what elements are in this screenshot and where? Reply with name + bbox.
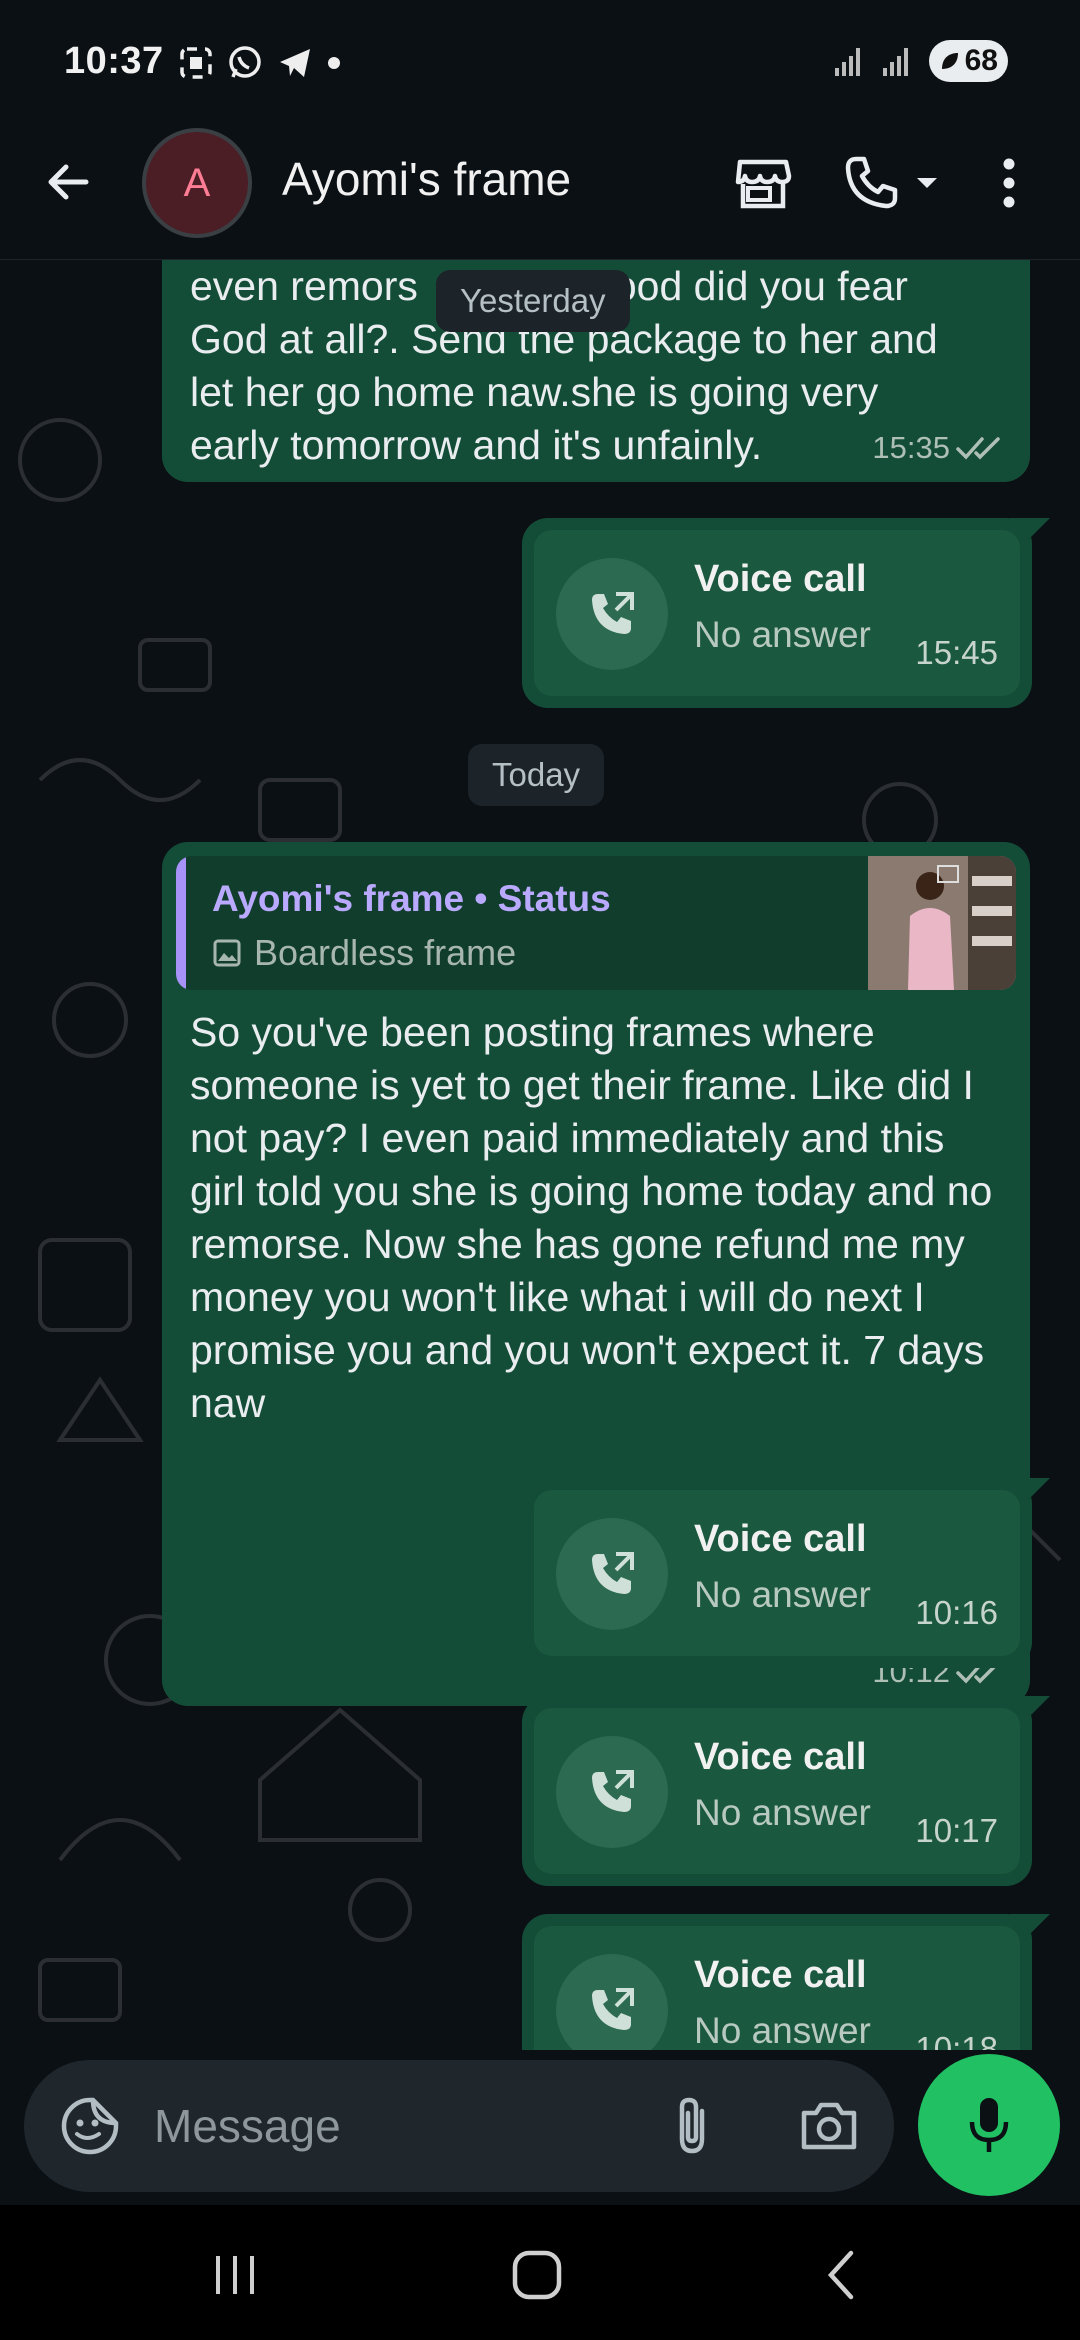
home-icon: [512, 2250, 562, 2300]
message-text: So you've been posting frames where some…: [190, 1009, 993, 1426]
signal-2-icon: [882, 48, 908, 76]
voice-call-message[interactable]: Voice call No answer 15:45: [522, 518, 1050, 708]
sticker-button[interactable]: [56, 2092, 124, 2160]
battery-indicator: 68: [928, 40, 1008, 82]
call-card: Voice call No answer 10:18: [534, 1926, 1020, 2050]
signal-icon: [834, 48, 860, 76]
battery-level: 68: [964, 44, 998, 77]
call-status: No answer: [694, 614, 871, 655]
message-time: 15:35: [872, 430, 950, 465]
message-line: even remors: [190, 263, 418, 309]
quote-author: Ayomi's frame • Status: [212, 878, 611, 919]
message-line: ood did you fear: [613, 263, 908, 309]
message-input[interactable]: [154, 2096, 654, 2156]
status-time: 10:37: [64, 40, 164, 82]
whatsapp-icon: [229, 46, 261, 78]
storefront-icon: [735, 159, 792, 209]
date-separator: Yesterday: [436, 270, 630, 332]
read-ticks-icon: [956, 437, 1000, 460]
call-title: Voice call: [694, 1518, 867, 1560]
microphone-icon: [969, 2098, 1009, 2152]
status-right: 68: [833, 40, 1008, 82]
chat-header: A Ayomi's frame: [0, 100, 1080, 260]
voice-record-button[interactable]: [918, 2054, 1060, 2196]
system-back-button[interactable]: [796, 2235, 886, 2315]
message-meta: 15:35: [872, 430, 1004, 466]
call-title: Voice call: [694, 558, 867, 600]
call-icon-circle: [556, 1518, 668, 1630]
home-button[interactable]: [492, 2235, 582, 2315]
back-button[interactable]: [36, 150, 100, 214]
camera-button[interactable]: [794, 2094, 864, 2158]
chevron-left-icon: [827, 2250, 854, 2300]
quote-caption: Boardless frame: [212, 932, 516, 974]
voice-call-message[interactable]: Voice call No answer 10:17: [522, 1696, 1050, 1886]
catalog-button[interactable]: [728, 148, 798, 218]
quote-bar: [176, 856, 186, 990]
avatar[interactable]: A: [142, 128, 252, 238]
menu-button[interactable]: [984, 148, 1034, 218]
image-icon: [213, 939, 241, 967]
system-nav-bar: [0, 2205, 1080, 2340]
telegram-icon: [280, 49, 310, 77]
call-status: No answer: [694, 1574, 871, 1615]
screenshot-icon: [180, 47, 212, 79]
call-status: No answer: [694, 1792, 871, 1833]
outgoing-call-icon: [592, 592, 634, 634]
voice-call-button[interactable]: [836, 148, 946, 218]
paperclip-icon: [679, 2097, 705, 2154]
avatar-letter: A: [183, 160, 211, 205]
message-composer: [0, 2050, 1080, 2200]
call-icon-circle: [556, 558, 668, 670]
leaf-icon: [941, 53, 958, 69]
notification-icons: [178, 44, 342, 82]
dot-icon: [328, 57, 340, 69]
phone-icon: [845, 156, 898, 209]
quote-caption-text: Boardless frame: [254, 932, 517, 973]
caret-down-icon: [917, 178, 937, 188]
call-time: 10:17: [915, 1812, 998, 1849]
arrow-left-icon: [48, 164, 89, 200]
call-time: 10:16: [915, 1594, 998, 1631]
date-separator: Today: [468, 744, 605, 806]
call-card: Voice call No answer 10:16: [534, 1490, 1020, 1656]
status-reply-quote[interactable]: Ayomi's frame • Status Boardless frame: [176, 856, 1016, 990]
attach-button[interactable]: [660, 2094, 724, 2158]
recents-icon: [216, 2256, 254, 2294]
outgoing-call-icon: [592, 1770, 634, 1812]
call-status: No answer: [694, 2010, 871, 2050]
call-card: Voice call No answer 15:45: [534, 530, 1020, 696]
call-time: 15:45: [915, 634, 998, 671]
recent-apps-button[interactable]: [190, 2235, 280, 2315]
sticker-icon: [61, 2097, 119, 2155]
message-input-container[interactable]: [24, 2060, 894, 2192]
call-icon-circle: [556, 1736, 668, 1848]
message-list[interactable]: even remors ood did you fear God at all?.…: [0, 260, 1080, 2050]
voice-call-message[interactable]: Voice call No answer 10:18: [522, 1914, 1050, 2050]
status-thumbnail: [868, 856, 1016, 990]
more-vertical-icon: [1003, 158, 1015, 208]
outgoing-call-icon: [592, 1988, 634, 2030]
camera-icon: [801, 2102, 857, 2150]
call-time: 10:18: [915, 2030, 998, 2050]
call-title: Voice call: [694, 1736, 867, 1778]
voice-call-message[interactable]: Voice call No answer 10:16: [522, 1478, 1050, 1668]
call-icon-circle: [556, 1954, 668, 2050]
call-title: Voice call: [694, 1954, 867, 1996]
chat-title[interactable]: Ayomi's frame: [282, 152, 571, 206]
call-card: Voice call No answer 10:17: [534, 1708, 1020, 1874]
message-line: let her go home naw.she is going very: [190, 369, 879, 415]
outgoing-call-icon: [592, 1552, 634, 1594]
